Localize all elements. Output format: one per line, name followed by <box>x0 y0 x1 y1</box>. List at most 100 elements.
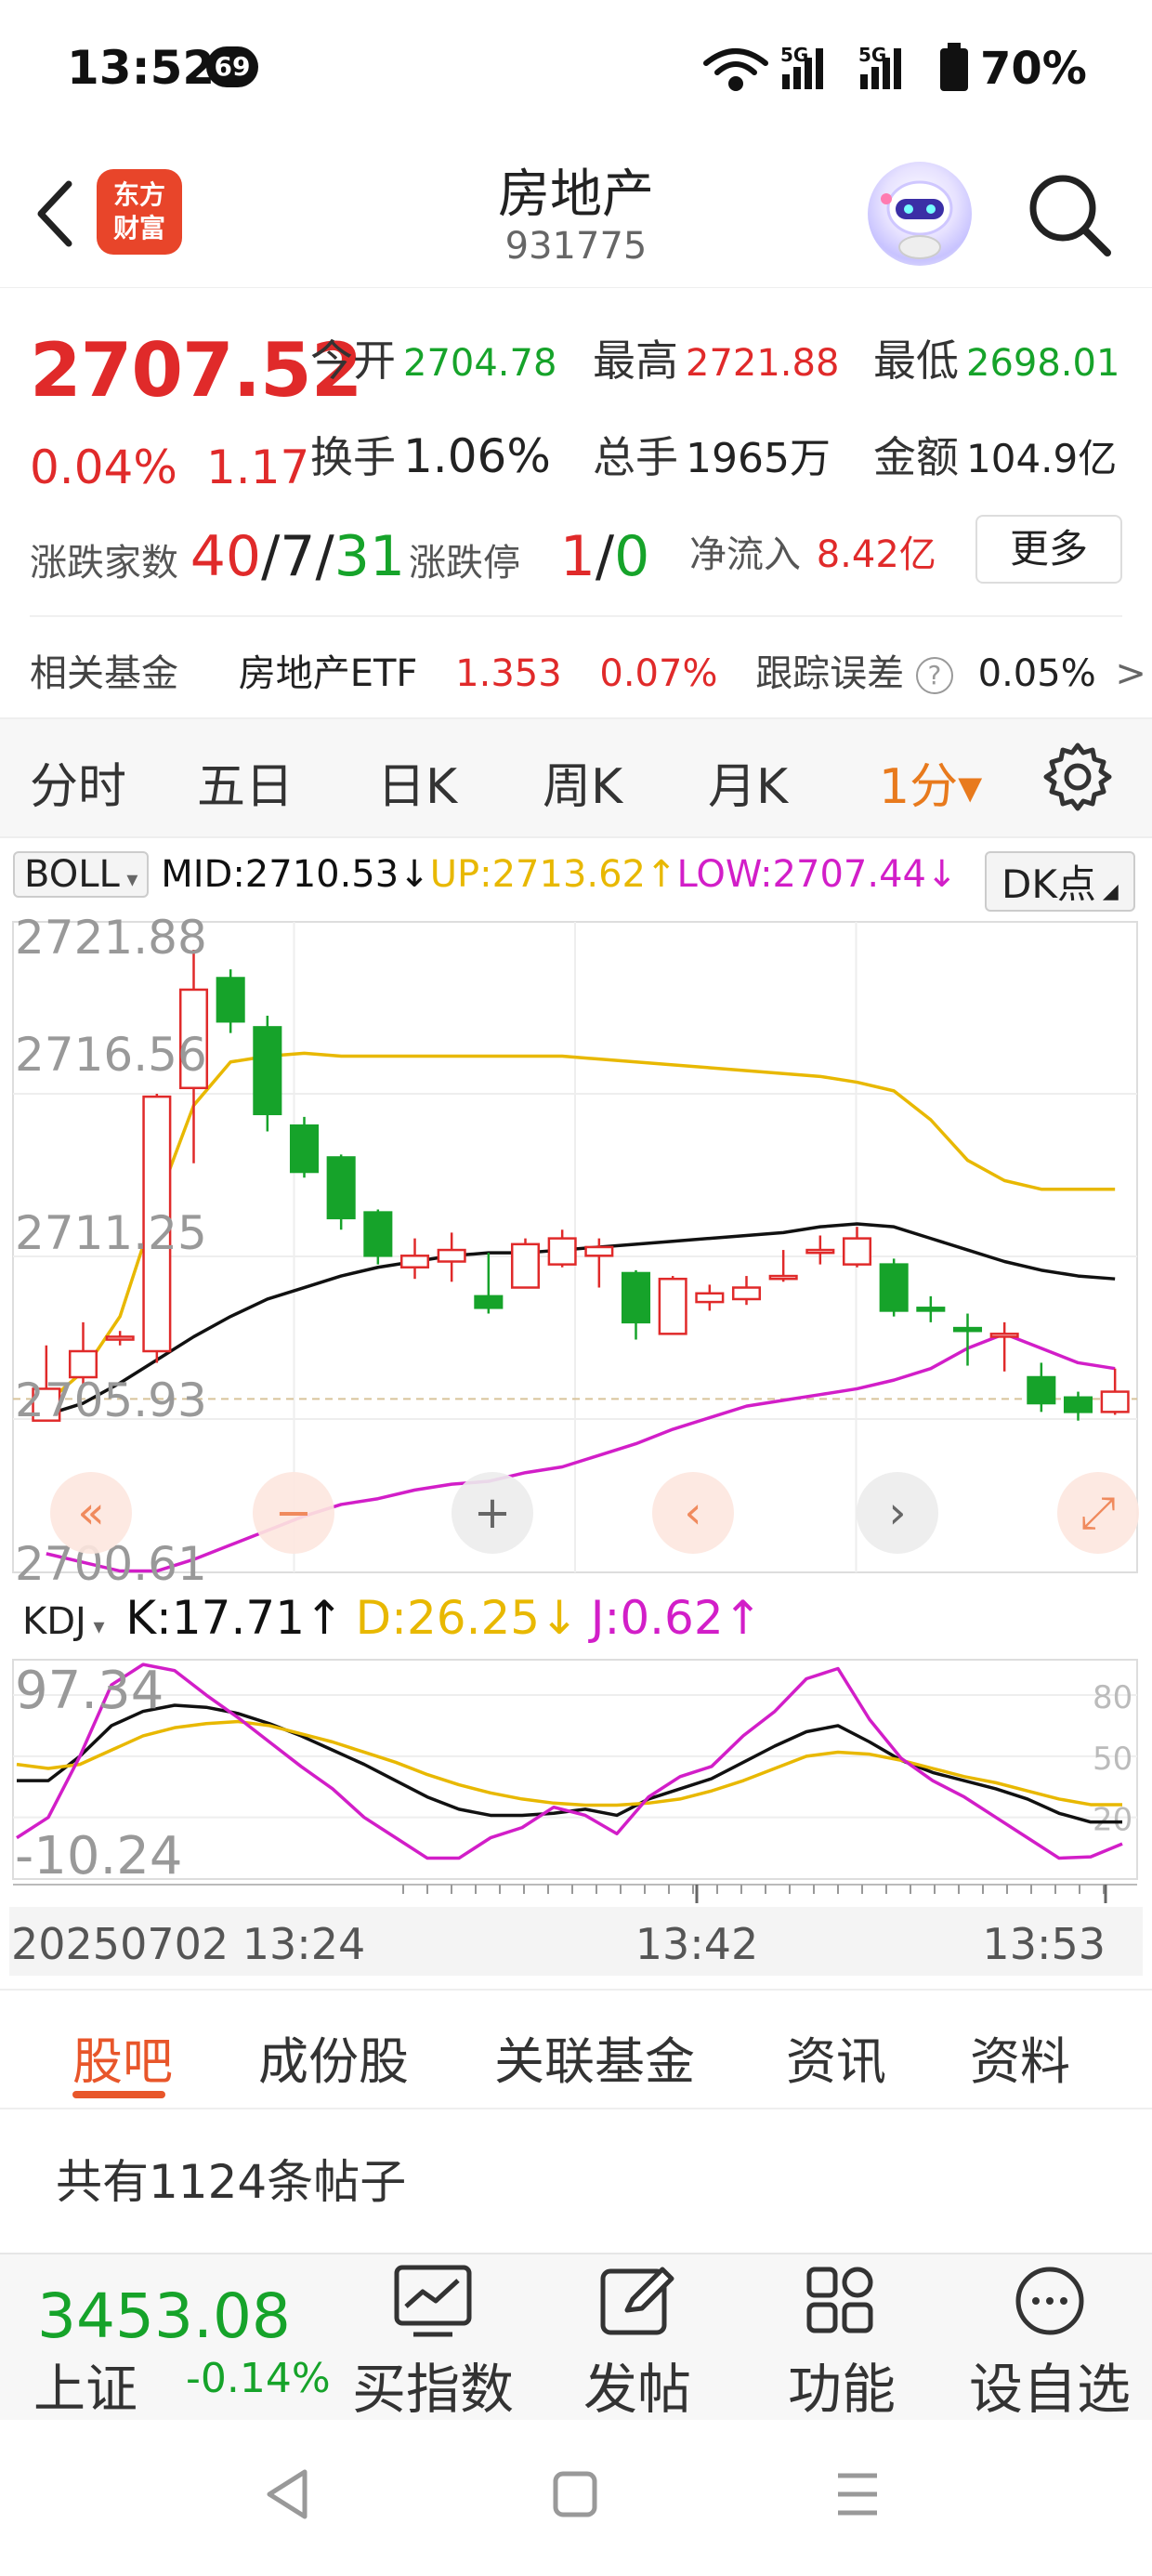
related-fund-row[interactable]: 相关基金 房地产ETF 1.353 0.07% 跟踪误差 ? 0.05% > <box>30 643 1146 697</box>
kdj-y-axis-label: 97.34 <box>15 1661 164 1721</box>
tab-intraday[interactable]: 分时 <box>30 747 126 817</box>
candle-body <box>621 1271 651 1324</box>
svg-text:5G: 5G <box>780 44 808 66</box>
candle-body <box>584 1245 614 1257</box>
tab-daily-k[interactable]: 日K <box>377 747 457 817</box>
limit-up-down: 涨跌停 1/0 <box>409 524 649 589</box>
quote-panel: 2707.52 0.04% 1.17 今开 2704.78 最高 2721.88 最… <box>0 290 1152 717</box>
battery-percent: 70% <box>980 43 1087 95</box>
help-icon[interactable]: ? <box>915 657 953 694</box>
cell-signal-icon-2: 5G <box>858 44 901 89</box>
tab-constituents[interactable]: 成份股 <box>258 2020 409 2094</box>
robot-assistant-avatar[interactable] <box>868 162 972 266</box>
nav-button-glyph: + <box>474 1487 511 1539</box>
post-button[interactable]: 发帖 <box>544 2264 730 2424</box>
related-fund-label: 相关基金 <box>30 652 178 695</box>
nav-back-icon[interactable] <box>262 2466 312 2522</box>
search-icon[interactable] <box>1022 167 1115 260</box>
scroll-left-fast-icon[interactable]: « <box>50 1472 132 1554</box>
low-value: 2698.01 <box>966 342 1120 385</box>
tab-forum[interactable]: 股吧 <box>72 2020 173 2094</box>
system-nav-bar <box>0 2420 1152 2576</box>
more-button[interactable]: 更多 <box>975 515 1122 584</box>
amount-label: 金额 <box>873 432 959 482</box>
tab-news[interactable]: 资讯 <box>786 2020 886 2094</box>
kdj-y-axis-label: -10.24 <box>15 1826 183 1886</box>
change-value: 1.17 <box>206 440 310 494</box>
add-watchlist-button[interactable]: 设自选 <box>957 2264 1143 2424</box>
cell-signal-icon-1: 5G <box>780 44 823 89</box>
time-axis-label: 20250702 13:24 <box>11 1919 365 1969</box>
scroll-left-icon[interactable]: ‹ <box>652 1472 734 1554</box>
zoom-out-icon[interactable]: − <box>253 1472 334 1554</box>
boll-name: BOLL <box>24 853 120 896</box>
signal-icons: 5G 5G <box>703 43 968 91</box>
advance-decline-label: 涨跌家数 <box>30 542 178 585</box>
boll-up-value: UP:2713.62↑ <box>429 853 677 896</box>
candle-body <box>1063 1396 1093 1413</box>
nav-button-glyph: − <box>275 1487 312 1539</box>
kdj-chart[interactable]: 80 50 20 97.34 -10.24 20250702 13:24 13:42 13:5… <box>9 1656 1143 1981</box>
divider <box>30 615 1122 617</box>
more-icon <box>1015 2267 1084 2335</box>
functions-label: 功能 <box>787 2358 896 2421</box>
index-price: 3453.08 <box>37 2280 291 2352</box>
bottom-action-bar: 3453.08 上证 -0.14% 买指数 发帖 功能 设自选 <box>0 2253 1152 2422</box>
tab-weekly-k[interactable]: 周K <box>543 747 622 817</box>
gear-icon[interactable] <box>1041 740 1115 814</box>
candlestick-chart[interactable]: 2721.882716.562711.252705.932700.61« − + ‹ ›… <box>9 918 1143 1587</box>
post-label: 发帖 <box>583 2358 691 2421</box>
candle-body <box>399 1255 430 1268</box>
svg-text:5G: 5G <box>858 44 886 66</box>
tab-monthly-k[interactable]: 月K <box>708 747 788 817</box>
limit-label: 涨跌停 <box>409 542 520 585</box>
limit-up-count: 1 <box>559 524 596 589</box>
battery-icon <box>940 43 968 91</box>
amount-value: 104.9亿 <box>966 436 1118 481</box>
scroll-right-icon[interactable]: › <box>857 1472 938 1554</box>
kdj-ref-label: 20 <box>1093 1802 1132 1839</box>
high-label: 最高 <box>593 335 678 386</box>
kdj-d-value: D:26.25↓ <box>355 1591 580 1645</box>
nav-button-glyph: ‹ <box>684 1487 701 1539</box>
y-axis-label: 2716.56 <box>15 1028 207 1082</box>
high-stat: 最高 2721.88 <box>593 327 839 388</box>
index-ticker[interactable]: 3453.08 上证 -0.14% <box>0 2254 334 2422</box>
candle-body <box>363 1211 393 1257</box>
net-inflow-value: 8.42亿 <box>816 533 936 576</box>
candle-body <box>1027 1375 1056 1405</box>
buy-index-button[interactable]: 买指数 <box>340 2264 526 2424</box>
open-label: 今开 <box>310 335 396 386</box>
candle-body <box>989 1333 1019 1338</box>
tab-five-day[interactable]: 五日 <box>197 747 294 817</box>
tab-profile[interactable]: 资料 <box>970 2020 1070 2094</box>
robot-icon <box>881 180 953 259</box>
flat-count: 7 <box>280 524 316 589</box>
tab-1min[interactable]: 1分▾ <box>879 747 982 817</box>
candle-body <box>805 1248 835 1255</box>
index-change: -0.14% <box>186 2355 331 2402</box>
dk-point-button[interactable]: DK点 ◢ <box>985 851 1135 912</box>
kdj-ref-label: 50 <box>1093 1741 1132 1778</box>
index-code: 931775 <box>504 225 648 268</box>
fullscreen-icon[interactable]: ⤢ <box>1057 1472 1139 1554</box>
volume-stat: 总手 1965万 <box>593 424 831 485</box>
dk-label: DK点 <box>1001 861 1096 907</box>
tab-related-funds[interactable]: 关联基金 <box>494 2020 695 2094</box>
nav-recents-icon[interactable] <box>832 2466 883 2522</box>
kdj-k-value: K:17.71↑ <box>125 1591 344 1645</box>
period-tabs: 分时 五日 日K 周K 月K 1分▾ <box>0 717 1152 838</box>
candle-body <box>731 1286 762 1301</box>
zoom-in-icon[interactable]: + <box>452 1472 533 1554</box>
turnover-label: 换手 <box>310 432 396 482</box>
boll-indicator-select[interactable]: BOLL ▾ <box>13 851 150 898</box>
buy-index-label: 买指数 <box>351 2358 514 2421</box>
kdj-indicator-select[interactable]: KDJ ▾ <box>13 1600 114 1643</box>
net-inflow-label: 净流入 <box>689 533 801 576</box>
nav-home-icon[interactable] <box>550 2466 600 2522</box>
candle-body <box>253 1026 282 1116</box>
nav-button-glyph: « <box>77 1487 104 1539</box>
time-axis-label: 13:42 <box>635 1919 759 1969</box>
functions-button[interactable]: 功能 <box>749 2264 935 2424</box>
tracking-error-value: 0.05% <box>977 652 1096 695</box>
